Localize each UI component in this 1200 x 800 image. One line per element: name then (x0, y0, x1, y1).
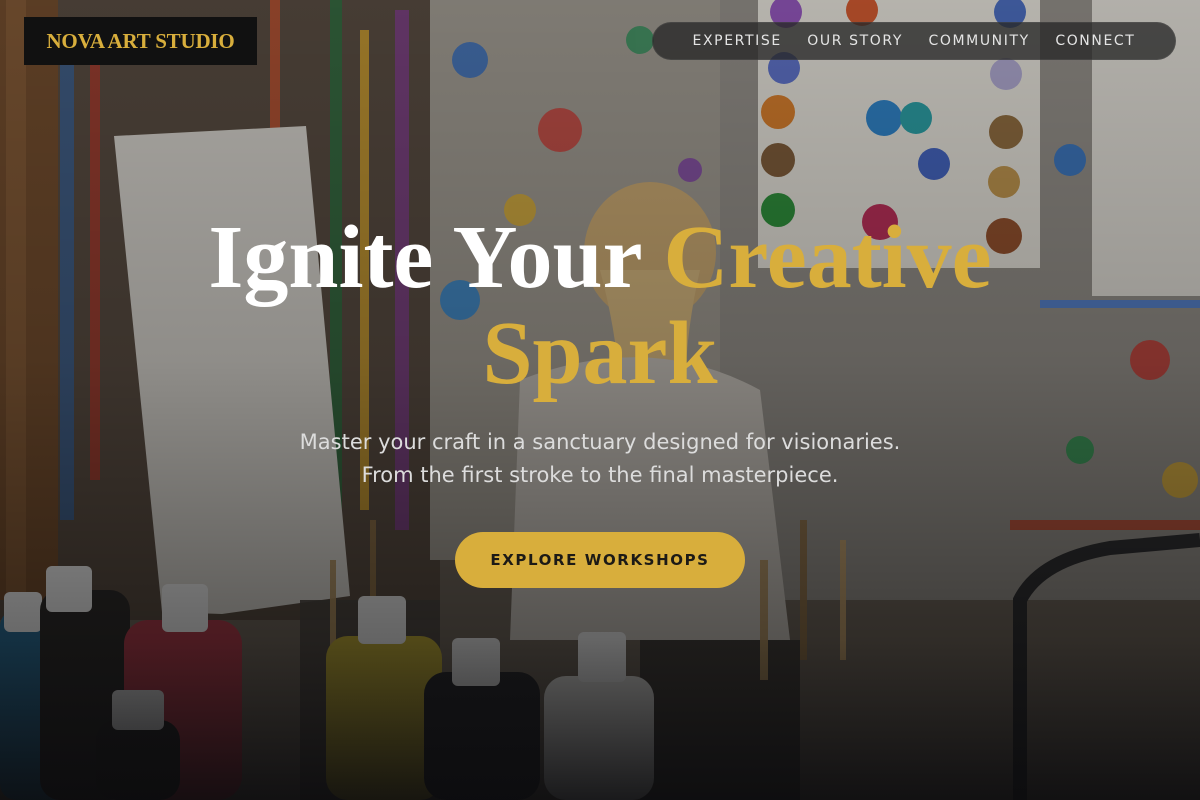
hero-subtitle-line-2: From the first stroke to the final maste… (361, 463, 839, 487)
brand-logo[interactable]: NOVA ART STUDIO (24, 17, 257, 65)
hero-headline-accent-spark: Spark (482, 304, 718, 403)
explore-workshops-button[interactable]: EXPLORE WORKSHOPS (455, 532, 745, 588)
nav-item-community[interactable]: COMMUNITY (928, 33, 1029, 49)
hero-headline: Ignite Your Creative Spark (0, 210, 1200, 402)
hero-headline-white: Ignite Your (208, 208, 664, 307)
nav-item-expertise[interactable]: EXPERTISE (693, 33, 782, 49)
nav-item-our-story[interactable]: OUR STORY (807, 33, 903, 49)
hero-headline-accent-creative: Creative (663, 208, 992, 307)
brand-logo-text: NOVA ART STUDIO (46, 28, 235, 53)
nav-item-connect[interactable]: CONNECT (1055, 33, 1135, 49)
hero-subtitle-line-1: Master your craft in a sanctuary designe… (299, 430, 901, 454)
hero-subtitle: Master your craft in a sanctuary designe… (0, 426, 1200, 492)
main-navigation: EXPERTISE OUR STORY COMMUNITY CONNECT (652, 22, 1176, 60)
explore-workshops-label: EXPLORE WORKSHOPS (490, 551, 710, 569)
